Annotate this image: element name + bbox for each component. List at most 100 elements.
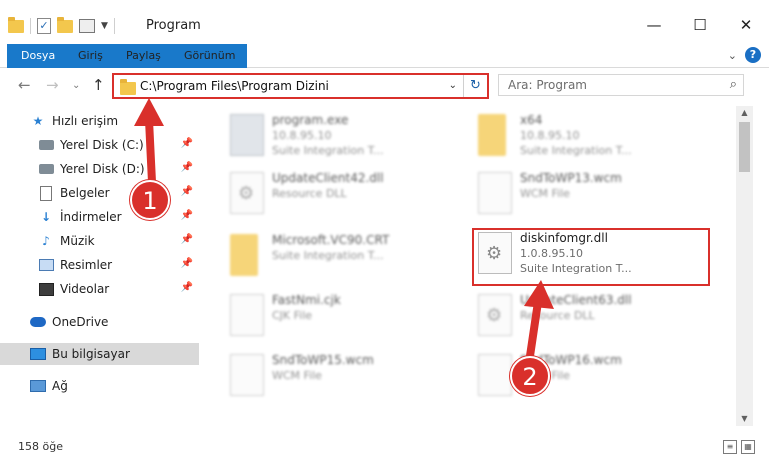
cloud-icon <box>30 314 46 330</box>
file-item[interactable]: UpdateClient42.dll Resource DLL <box>200 168 440 218</box>
tab-share[interactable]: Paylaş <box>114 44 173 68</box>
music-icon: ♪ <box>42 234 50 248</box>
scrollbar-thumb[interactable] <box>739 122 750 172</box>
sidebar-item-label: OneDrive <box>52 315 109 329</box>
sidebar-item-label: Bu bilgisayar <box>52 347 130 361</box>
customize-icon[interactable] <box>79 19 95 33</box>
close-button[interactable]: ✕ <box>723 10 769 40</box>
address-dropdown-icon[interactable]: ⌄ <box>449 80 457 91</box>
sidebar-item-network[interactable]: Ağ <box>0 375 199 397</box>
maximize-button[interactable]: ☐ <box>677 10 723 40</box>
recent-locations-button[interactable]: ⌄ <box>72 80 80 91</box>
selected-file-highlight <box>472 228 710 286</box>
sidebar-item-label: Hızlı erişim <box>52 114 119 128</box>
file-name: SndToWP13.wcm <box>520 171 622 185</box>
sidebar-item-downloads[interactable]: ↓ İndirmeler 📌 <box>0 206 199 228</box>
minimize-button[interactable]: — <box>631 10 677 40</box>
sidebar-item-label: Müzik <box>60 234 95 248</box>
vertical-scrollbar[interactable]: ▲ ▼ <box>736 106 753 426</box>
download-icon: ↓ <box>40 210 52 224</box>
pin-icon[interactable]: 📌 <box>181 210 193 221</box>
ribbon-controls: ⌄ ? <box>728 47 761 63</box>
sidebar-item-pictures[interactable]: Resimler 📌 <box>0 254 199 276</box>
refresh-button[interactable]: ↻ <box>463 75 487 97</box>
disk-icon <box>38 137 54 153</box>
scroll-down-arrow-icon[interactable]: ▼ <box>736 412 753 426</box>
sidebar-item-label: Videolar <box>60 282 110 296</box>
folder-icon <box>478 114 506 156</box>
pin-icon[interactable]: 📌 <box>181 234 193 245</box>
folder-item[interactable]: Microsoft.VC90.CRT Suite Integration T..… <box>200 230 440 280</box>
gear-file-icon <box>478 294 512 336</box>
address-bar[interactable]: C:\Program Files\Program Dizini ⌄ ↻ <box>112 73 489 99</box>
toolbar-separator <box>30 18 31 34</box>
sidebar-item-videos[interactable]: Videolar 📌 <box>0 278 199 300</box>
tab-home[interactable]: Giriş <box>66 44 115 68</box>
status-bar: 158 öğe ≡ ▦ <box>0 430 769 469</box>
search-icon: ⌕ <box>729 77 737 92</box>
tiles-view-icon[interactable]: ▦ <box>741 440 755 454</box>
address-path[interactable]: C:\Program Files\Program Dizini <box>140 79 329 93</box>
navigation-bar: ← → ⌄ ↑ C:\Program Files\Program Dizini … <box>0 68 769 102</box>
chevron-down-icon[interactable]: ▼ <box>101 21 108 31</box>
pin-icon[interactable]: 📌 <box>181 186 193 197</box>
folder-icon <box>230 234 258 276</box>
view-buttons: ≡ ▦ <box>723 440 755 454</box>
pin-icon[interactable]: 📌 <box>181 162 193 173</box>
help-icon[interactable]: ? <box>745 47 761 63</box>
file-detail: Suite Integration T... <box>272 144 384 157</box>
file-name: Microsoft.VC90.CRT <box>272 233 390 247</box>
navigation-pane: ★ Hızlı erişim Yerel Disk (C:) 📌 Yerel D… <box>0 106 200 426</box>
folder-item[interactable]: x64 10.8.95.10 Suite Integration T... <box>448 110 688 160</box>
back-button[interactable]: ← <box>18 76 31 94</box>
sidebar-item-local-disk-c[interactable]: Yerel Disk (C:) 📌 <box>0 134 199 156</box>
details-view-icon[interactable]: ≡ <box>723 440 737 454</box>
file-item[interactable]: FastNmi.cjk CJK File <box>200 290 440 340</box>
quick-access-toolbar: ✓ ▼ <box>8 16 115 36</box>
file-detail: WCM File <box>520 187 570 200</box>
computer-icon <box>30 346 46 362</box>
file-list: program.exe 10.8.95.10 Suite Integration… <box>200 106 736 426</box>
sidebar-item-local-disk-d[interactable]: Yerel Disk (D:) 📌 <box>0 158 199 180</box>
folder-icon <box>8 16 24 33</box>
videos-icon <box>38 281 54 297</box>
new-folder-icon[interactable] <box>57 16 73 33</box>
sidebar-item-label: Ağ <box>52 379 68 393</box>
properties-check-icon[interactable]: ✓ <box>37 18 51 34</box>
search-input[interactable]: Ara: Program ⌕ <box>498 74 744 96</box>
pin-icon[interactable]: 📌 <box>181 138 193 149</box>
ribbon-tabs: Dosya Giriş Paylaş Görünüm ⌄ ? <box>0 44 769 94</box>
file-item[interactable]: SndToWP13.wcm WCM File <box>448 168 688 218</box>
sidebar-item-music[interactable]: ♪ Müzik 📌 <box>0 230 199 252</box>
file-detail: Resource DLL <box>272 187 347 200</box>
pin-icon[interactable]: 📌 <box>181 282 193 293</box>
sidebar-item-quick-access[interactable]: ★ Hızlı erişim <box>30 110 199 132</box>
up-button[interactable]: ↑ <box>92 76 105 94</box>
pin-icon[interactable]: 📌 <box>181 258 193 269</box>
sidebar-item-label: Yerel Disk (C:) <box>60 138 144 152</box>
file-name: x64 <box>520 113 543 127</box>
sidebar-item-label: Belgeler <box>60 186 110 200</box>
file-name: SndToWP15.wcm <box>272 353 374 367</box>
sidebar-item-this-pc[interactable]: Bu bilgisayar <box>0 343 199 365</box>
sidebar-item-label: Yerel Disk (D:) <box>60 162 145 176</box>
document-icon <box>230 294 264 336</box>
file-detail: Suite Integration T... <box>520 144 632 157</box>
step-badge-2: 2 <box>510 356 550 396</box>
file-item[interactable]: program.exe 10.8.95.10 Suite Integration… <box>200 110 440 160</box>
sidebar-item-label: Resimler <box>60 258 113 272</box>
scroll-up-arrow-icon[interactable]: ▲ <box>736 106 753 120</box>
file-item[interactable]: UpdateClient63.dll Resource DLL <box>448 290 688 340</box>
ribbon-collapse-icon[interactable]: ⌄ <box>728 49 737 62</box>
file-detail: Suite Integration T... <box>272 249 384 262</box>
tab-view[interactable]: Görünüm <box>172 44 247 68</box>
document-icon <box>38 185 54 201</box>
forward-button[interactable]: → <box>46 76 59 94</box>
file-item[interactable]: SndToWP15.wcm WCM File <box>200 350 440 400</box>
file-item[interactable]: SndToWP16.wcm WCM File <box>448 350 688 400</box>
file-detail: 10.8.95.10 <box>272 129 332 142</box>
document-icon <box>478 172 512 214</box>
sidebar-item-onedrive[interactable]: OneDrive <box>0 311 199 333</box>
toolbar-separator <box>113 18 115 34</box>
title-bar: ✓ ▼ Program — ☐ ✕ <box>0 0 769 44</box>
